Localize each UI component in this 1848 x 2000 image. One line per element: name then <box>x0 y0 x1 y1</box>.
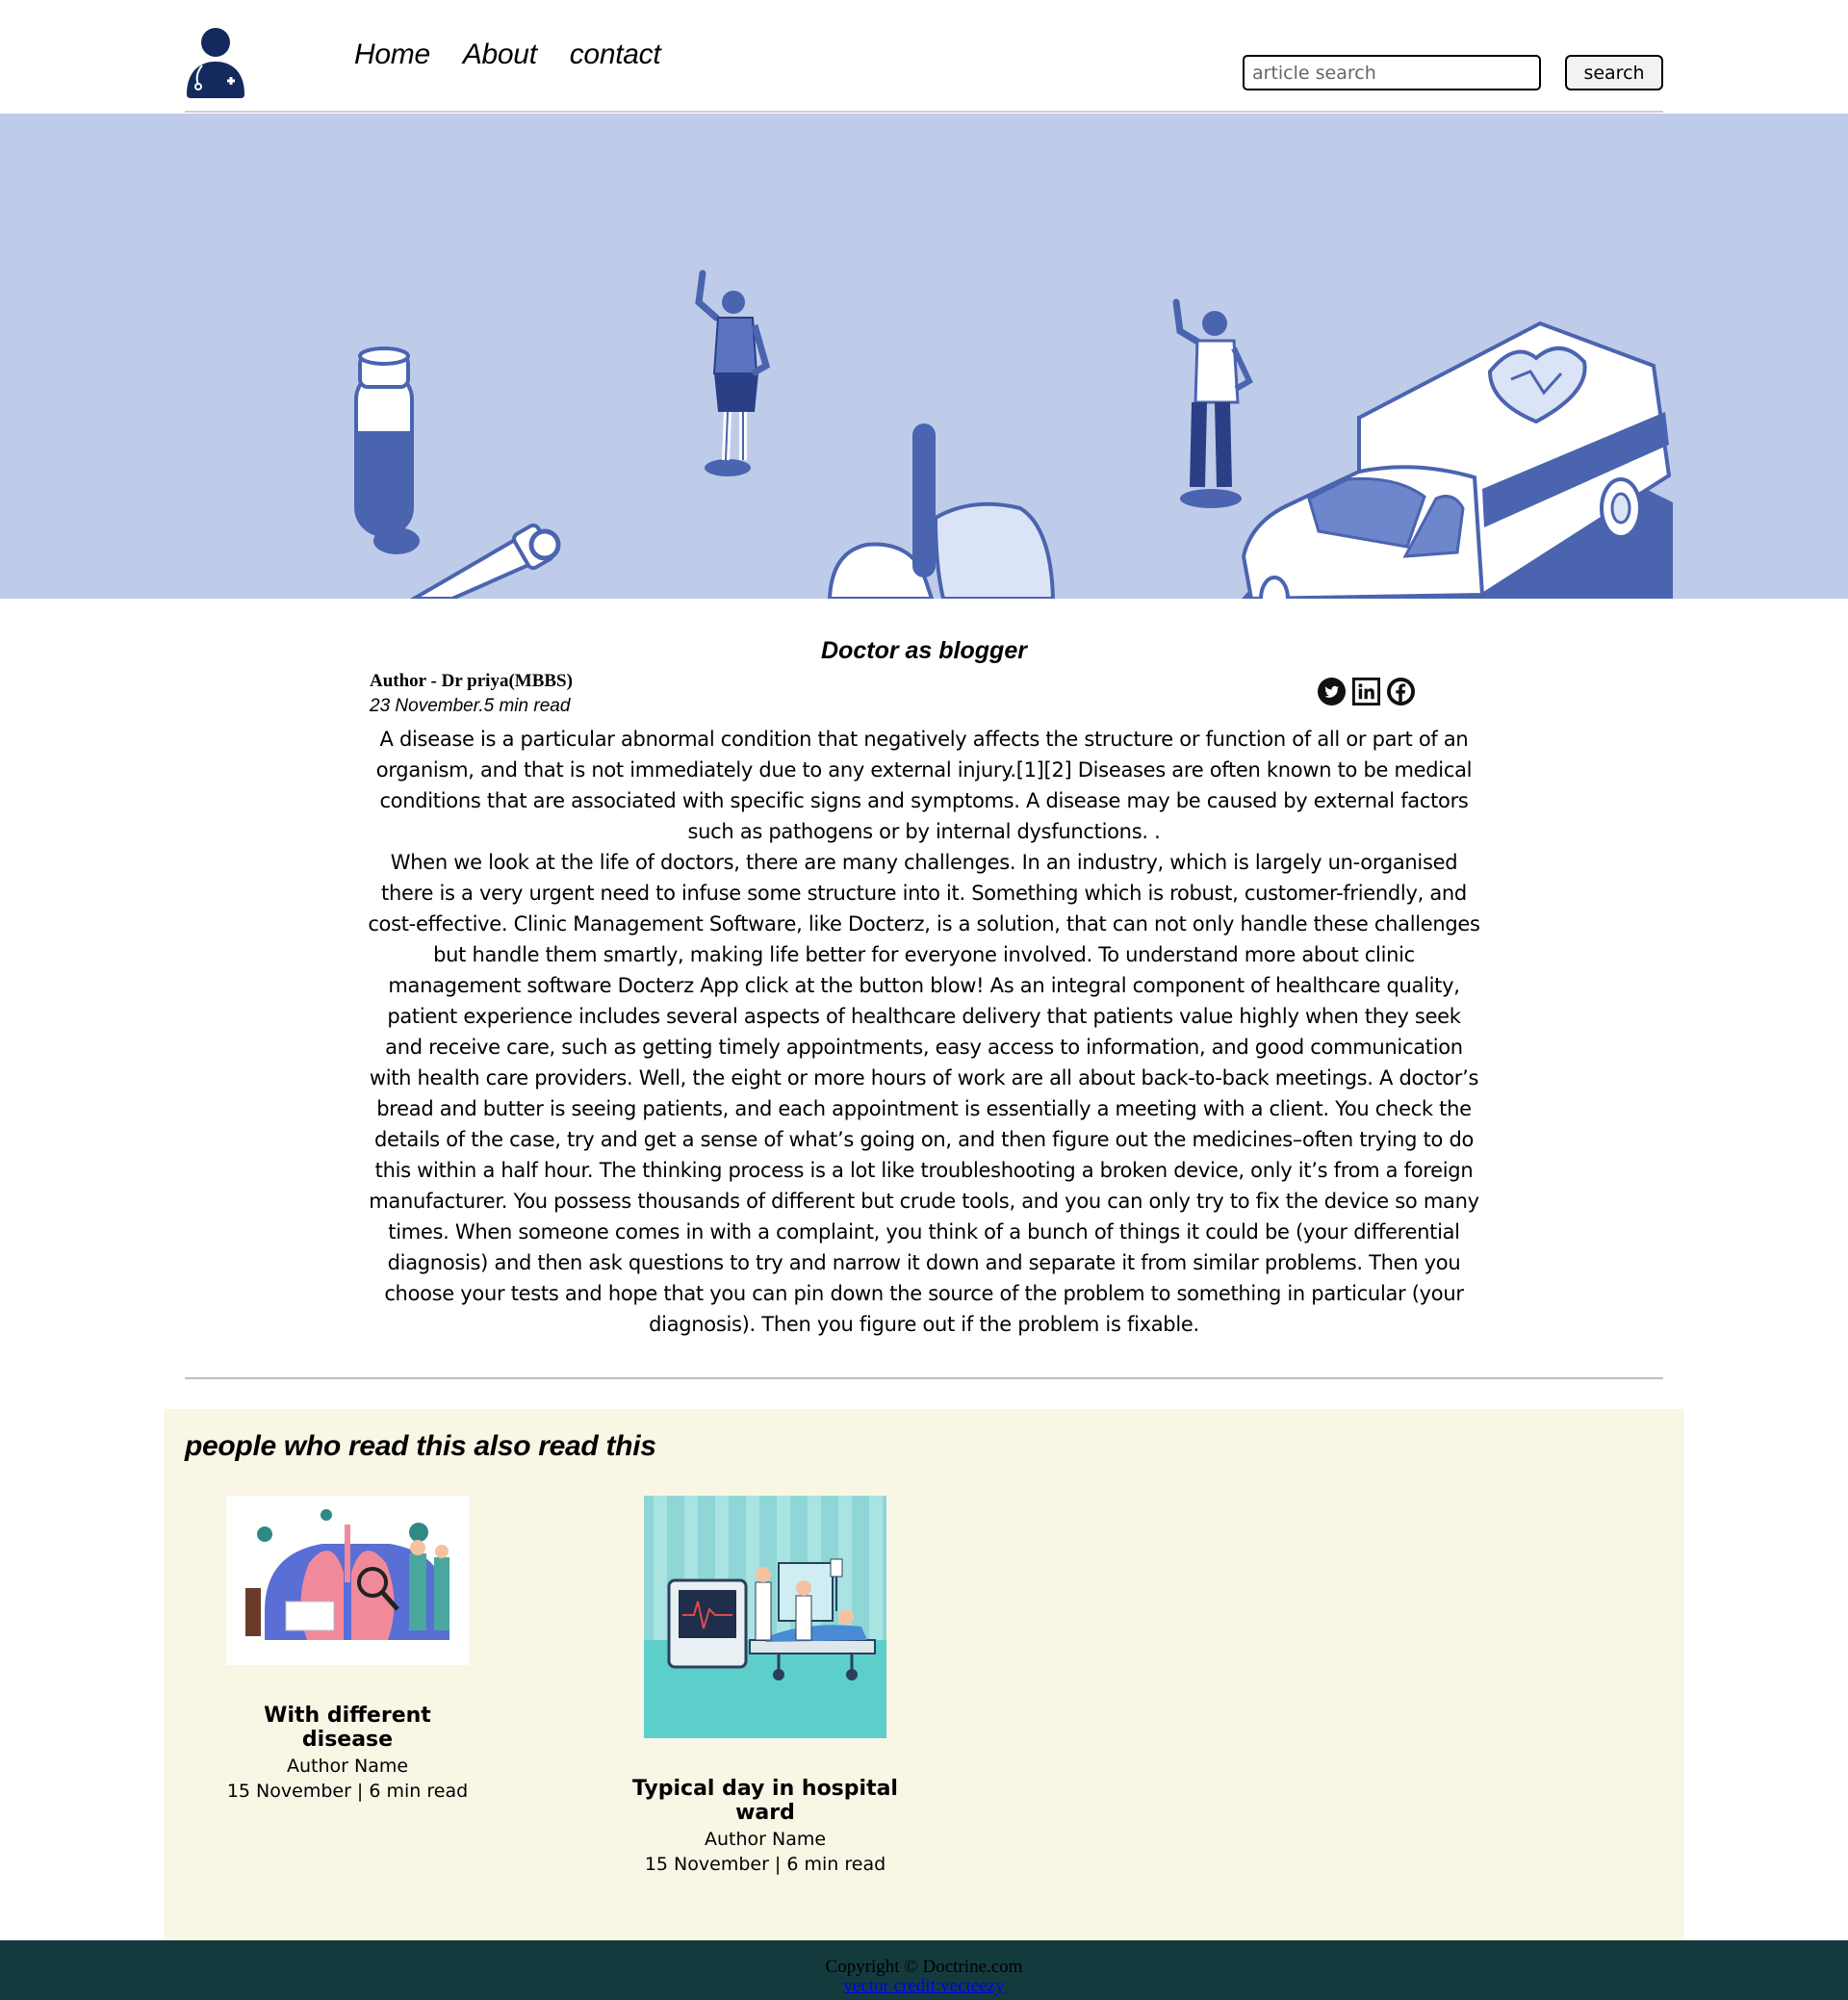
article-body: A disease is a particular abnormal condi… <box>368 724 1480 1340</box>
facebook-icon[interactable] <box>1386 677 1416 706</box>
article-search-input[interactable] <box>1243 55 1541 90</box>
test-tube-illustration <box>354 346 420 554</box>
related-articles-section: people who read this also read this With… <box>164 1409 1684 1940</box>
article-author: Author - Dr priya(MBBS) <box>370 671 573 691</box>
nav-about-link[interactable]: About <box>463 38 537 71</box>
related-card-title[interactable]: With different disease <box>216 1704 479 1752</box>
hero-banner <box>0 114 1848 599</box>
ambulance-illustration <box>1241 321 1673 599</box>
related-card-title[interactable]: Typical day in hospital ward <box>606 1777 924 1825</box>
syringe-illustration <box>410 523 561 599</box>
article-meta: Author - Dr priya(MBBS) 23 November.5 mi… <box>370 671 573 717</box>
footer-copyright: Copyright © Doctrine.com <box>825 1957 1023 1977</box>
related-card-author: Author Name <box>704 1829 827 1850</box>
nav-home-link[interactable]: Home <box>354 38 430 71</box>
related-card[interactable]: Typical day in hospital ward Author Name… <box>606 1496 924 1875</box>
lungs-disease-illustration <box>226 1496 469 1665</box>
twitter-icon[interactable] <box>1317 677 1347 706</box>
search-button[interactable]: search <box>1565 55 1663 90</box>
article-title: Doctor as blogger <box>821 637 1027 664</box>
man-figure-illustration <box>1172 298 1253 508</box>
article-paragraph: When we look at the life of doctors, the… <box>368 851 1480 1336</box>
section-divider <box>185 1377 1663 1379</box>
site-footer: Copyright © Doctrine.com vector credit:v… <box>0 1940 1848 2000</box>
site-header: Home About contact search <box>0 0 1848 114</box>
nav-contact-link[interactable]: contact <box>570 38 661 71</box>
related-heading: people who read this also read this <box>185 1430 656 1462</box>
article-date: 23 November.5 min read <box>370 696 571 716</box>
article-paragraph: A disease is a particular abnormal condi… <box>375 728 1473 843</box>
hospital-ward-illustration <box>644 1496 886 1738</box>
related-card-date: 15 November | 6 min read <box>644 1854 886 1875</box>
hero-medical-illustration <box>354 269 1673 599</box>
doctor-logo-icon[interactable] <box>183 27 248 100</box>
related-card[interactable]: With different disease Author Name 15 No… <box>216 1496 479 1802</box>
related-card-date: 15 November | 6 min read <box>226 1781 469 1802</box>
woman-figure-illustration <box>695 269 771 476</box>
linkedin-icon[interactable] <box>1351 677 1381 706</box>
main-nav: Home About contact <box>354 38 661 71</box>
footer-vector-credit-link[interactable]: vector credit:vecteezy <box>843 1976 1004 1996</box>
social-share-bar <box>1317 677 1416 706</box>
related-card-author: Author Name <box>286 1756 409 1777</box>
header-divider <box>185 111 1663 113</box>
thermometer-illustration <box>827 423 1056 599</box>
